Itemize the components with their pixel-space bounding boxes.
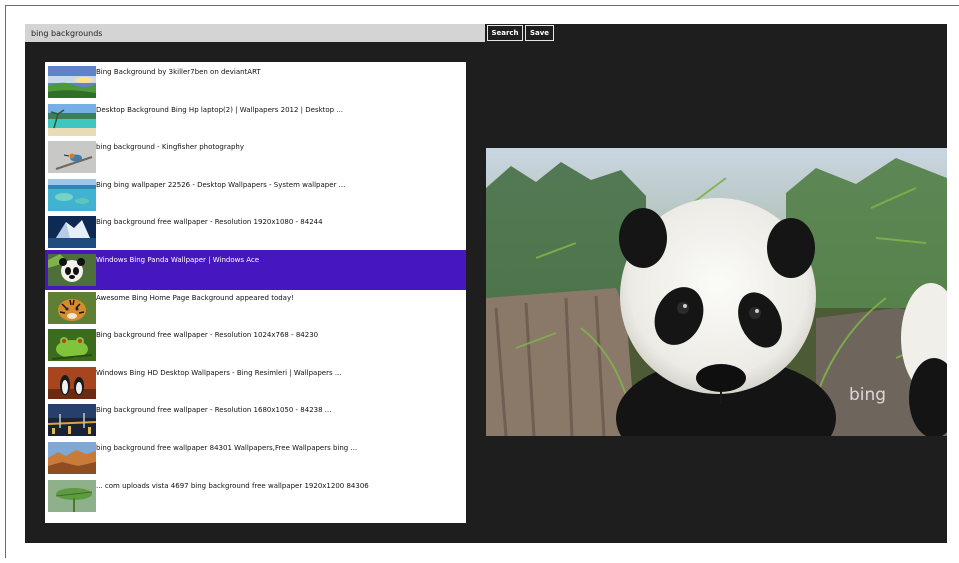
result-thumbnail [48, 103, 96, 136]
results-list[interactable]: Bing Background by 3killer7ben on devian… [45, 62, 466, 523]
search-input[interactable] [25, 24, 485, 42]
result-title: Windows Bing Panda Wallpaper | Windows A… [96, 256, 260, 264]
save-button[interactable]: Save [525, 25, 554, 41]
result-thumbnail [48, 254, 96, 286]
result-item[interactable]: Bing Background by 3killer7ben on devian… [45, 62, 466, 102]
preview-watermark: bing [849, 385, 886, 405]
search-button[interactable]: Search [487, 25, 523, 41]
result-title: ... com uploads vista 4697 bing backgrou… [96, 481, 369, 490]
result-thumbnail [48, 291, 96, 324]
result-thumbnail [48, 479, 96, 512]
result-thumbnail [48, 66, 96, 98]
result-thumbnail [48, 404, 96, 437]
result-item[interactable]: bing background free wallpaper 84301 Wal… [45, 438, 466, 478]
result-item[interactable]: Bing background free wallpaper - Resolut… [45, 325, 466, 365]
result-item[interactable]: Bing background free wallpaper - Resolut… [45, 400, 466, 440]
window-border-left [5, 5, 6, 558]
result-item[interactable]: Bing bing wallpaper 22526 - Desktop Wall… [45, 175, 466, 215]
result-item[interactable]: ... com uploads vista 4697 bing backgrou… [45, 476, 466, 516]
result-item[interactable]: bing background - Kingfisher photography [45, 137, 466, 177]
image-search-app: Search Save Bing Background by 3killer7b… [25, 24, 947, 543]
result-title: Bing background free wallpaper - Resolut… [96, 406, 332, 415]
result-title: Awesome Bing Home Page Background appear… [96, 293, 294, 302]
result-title: bing background free wallpaper 84301 Wal… [96, 444, 358, 452]
result-title: Bing Background by 3killer7ben on devian… [96, 68, 261, 76]
result-title: Bing bing wallpaper 22526 - Desktop Wall… [96, 180, 346, 189]
result-title: bing background - Kingfisher photography [96, 143, 245, 152]
result-item[interactable]: Bing background free wallpaper - Resolut… [45, 212, 466, 252]
result-item[interactable]: Windows Bing Panda Wallpaper | Windows A… [45, 250, 466, 290]
result-thumbnail [48, 141, 96, 174]
result-title: Bing background free wallpaper - Resolut… [96, 331, 319, 340]
result-thumbnail [48, 366, 96, 399]
result-item[interactable]: Desktop Background Bing Hp laptop(2) | W… [45, 100, 466, 140]
window-border-top [5, 5, 959, 6]
result-thumbnail [48, 329, 96, 362]
result-title: Desktop Background Bing Hp laptop(2) | W… [96, 105, 344, 114]
result-thumbnail [48, 216, 96, 249]
preview-image: bing [486, 148, 947, 436]
result-title: Windows Bing HD Desktop Wallpapers - Bin… [96, 368, 342, 377]
result-thumbnail [48, 178, 96, 211]
result-title: Bing background free wallpaper - Resolut… [96, 218, 323, 227]
result-thumbnail [48, 442, 96, 474]
result-item[interactable]: Awesome Bing Home Page Background appear… [45, 288, 466, 328]
result-item[interactable]: Windows Bing HD Desktop Wallpapers - Bin… [45, 363, 466, 403]
